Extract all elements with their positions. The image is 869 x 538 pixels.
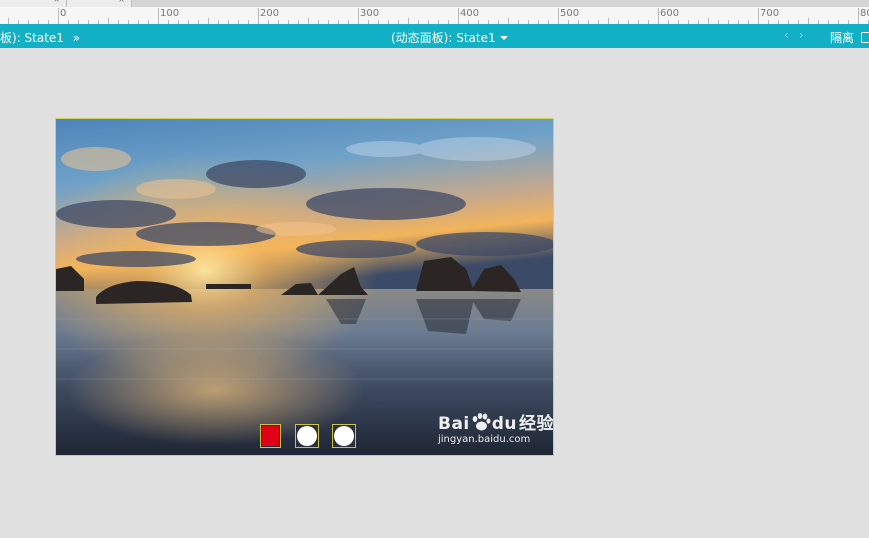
paw-icon (471, 413, 491, 431)
state-button-1[interactable] (260, 424, 281, 448)
next-state-button[interactable]: › (799, 28, 814, 42)
circle-icon (297, 426, 317, 446)
close-icon[interactable]: × (53, 0, 60, 4)
isolate-label: 隔离 (830, 31, 855, 45)
ruler-label: 600 (660, 8, 680, 19)
horizontal-ruler: 0 100 200 300 400 500 600 700 80 (0, 7, 869, 25)
brand-text-jingyan: 经验 (519, 414, 555, 434)
ruler-tick (458, 8, 459, 24)
isolate-icon (860, 32, 869, 43)
parent-state-label: 板): State1 (0, 31, 64, 45)
state-selector[interactable]: (动态面板): State1 (391, 29, 508, 46)
chevron-down-icon (499, 36, 508, 40)
previous-state-button[interactable]: ‹ (784, 28, 799, 42)
state-button-2[interactable] (295, 424, 319, 448)
ruler-label: 200 (260, 8, 280, 19)
breadcrumb-arrow-icon: » (72, 31, 81, 45)
isolate-button[interactable]: 隔离 (830, 29, 869, 46)
baidu-watermark: Bai du 经验 jingyan.baidu.com (438, 409, 554, 445)
ruler-label: 0 (60, 8, 67, 19)
document-tab[interactable]: × (67, 0, 132, 7)
dynamic-panel-state-bar: 板): State1 » (动态面板): State1 ‹› 隔离 (0, 24, 869, 48)
close-icon[interactable]: × (118, 0, 125, 4)
ruler-label: 500 (560, 8, 580, 19)
ruler-label: 700 (760, 8, 780, 19)
dynamic-panel-image[interactable] (55, 118, 554, 456)
parent-state-crumb[interactable]: 板): State1 » (0, 29, 80, 46)
ruler-tick (658, 8, 659, 24)
ruler-tick (358, 8, 359, 24)
state-nav: ‹› (784, 28, 814, 42)
ruler-label: 80 (860, 8, 869, 19)
document-tab[interactable]: × (0, 0, 67, 7)
ruler-tick (858, 8, 859, 24)
ruler-tick (558, 8, 559, 24)
active-indicator (262, 426, 279, 446)
landscape-photo (56, 119, 553, 455)
ruler-label: 400 (460, 8, 480, 19)
ruler-label: 100 (160, 8, 180, 19)
document-tab-strip: × × (0, 0, 869, 7)
state-selector-label: (动态面板): State1 (391, 31, 496, 45)
ruler-tick (158, 8, 159, 24)
ruler-label: 300 (360, 8, 380, 19)
ruler-tick (758, 8, 759, 24)
watermark-url: jingyan.baidu.com (438, 434, 531, 445)
ruler-tick (58, 8, 59, 24)
circle-icon (334, 426, 354, 446)
ruler-tick (258, 8, 259, 24)
brand-text-bai: Bai (438, 414, 470, 434)
state-button-3[interactable] (332, 424, 356, 448)
brand-text-du: du (491, 414, 518, 434)
